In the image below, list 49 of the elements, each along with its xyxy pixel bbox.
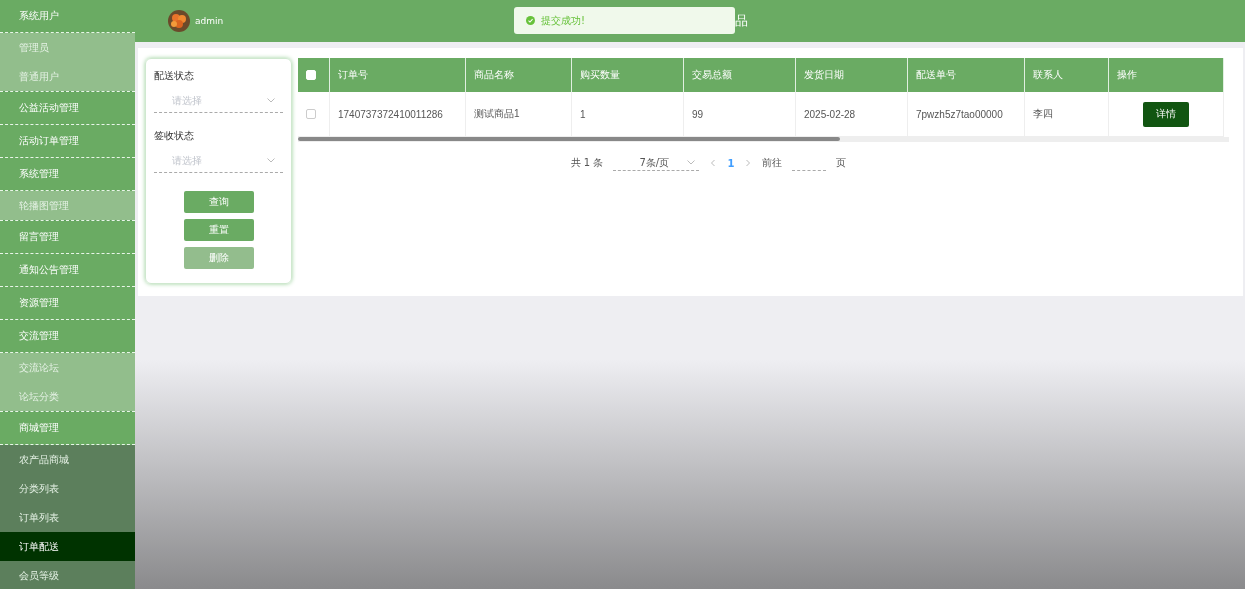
chevron-down-icon [267, 98, 275, 103]
sidebar-item[interactable]: 会员等级 [0, 561, 135, 589]
checkbox[interactable] [306, 109, 316, 119]
page-size-select[interactable]: 7条/页 [613, 155, 700, 171]
toast-message: 提交成功! [541, 13, 585, 28]
goto-label: 前往 [762, 156, 783, 170]
total-count: 共 1 条 [570, 156, 604, 170]
next-page-icon[interactable] [744, 159, 753, 167]
sidebar-item[interactable]: 论坛分类 [0, 382, 135, 411]
sidebar-group[interactable]: 资源管理 [0, 287, 135, 320]
sidebar-item[interactable]: 轮播图管理 [0, 191, 135, 220]
chevron-down-icon [267, 158, 275, 163]
check-circle-icon [526, 16, 535, 25]
page-title: 品 [735, 12, 749, 30]
filter-label: 配送状态 [154, 69, 195, 83]
sidebar-group[interactable]: 通知公告管理 [0, 254, 135, 287]
sidebar-group[interactable]: 商城管理 [0, 412, 135, 445]
column-header: 发货日期 [796, 58, 908, 92]
chevron-down-icon [687, 160, 696, 165]
sidebar-group[interactable]: 系统管理 [0, 158, 135, 191]
sidebar-group[interactable]: 交流管理 [0, 320, 135, 353]
column-header: 交易总额 [684, 58, 796, 92]
sidebar-group[interactable]: 系统用户 [0, 0, 135, 33]
scrollbar-thumb[interactable] [298, 137, 840, 141]
user-name: admin [195, 16, 224, 26]
column-header: 操作 [1109, 58, 1224, 92]
sidebar-group[interactable]: 活动订单管理 [0, 125, 135, 158]
column-header: 商品名称 [466, 58, 572, 92]
sidebar-item[interactable]: 订单列表 [0, 503, 135, 532]
sidebar-item[interactable]: 普通用户 [0, 62, 135, 91]
sidebar-item[interactable]: 管理员 [0, 33, 135, 62]
sidebar-item[interactable]: 分类列表 [0, 474, 135, 503]
sidebar-group[interactable]: 公益活动管理 [0, 92, 135, 125]
column-header: 联系人 [1025, 58, 1109, 92]
column-header: 配送单号 [908, 58, 1025, 92]
page-number[interactable]: 1 [727, 157, 735, 169]
column-header: 购买数量 [572, 58, 684, 92]
sidebar-item[interactable]: 订单配送 [0, 532, 135, 561]
sidebar-group[interactable]: 留言管理 [0, 221, 135, 254]
prev-page-icon[interactable] [709, 159, 718, 167]
column-header: 订单号 [330, 58, 466, 92]
detail-button[interactable]: 详情 [1143, 101, 1189, 127]
filter-button[interactable]: 查询 [183, 191, 254, 213]
avatar-icon [168, 10, 190, 32]
sidebar-item[interactable]: 交流论坛 [0, 353, 135, 382]
filter-button[interactable]: 重置 [183, 219, 254, 241]
sidebar-item[interactable]: 农产品商城 [0, 445, 135, 474]
page-suffix: 页 [836, 156, 847, 170]
filter-label: 签收状态 [154, 129, 195, 143]
